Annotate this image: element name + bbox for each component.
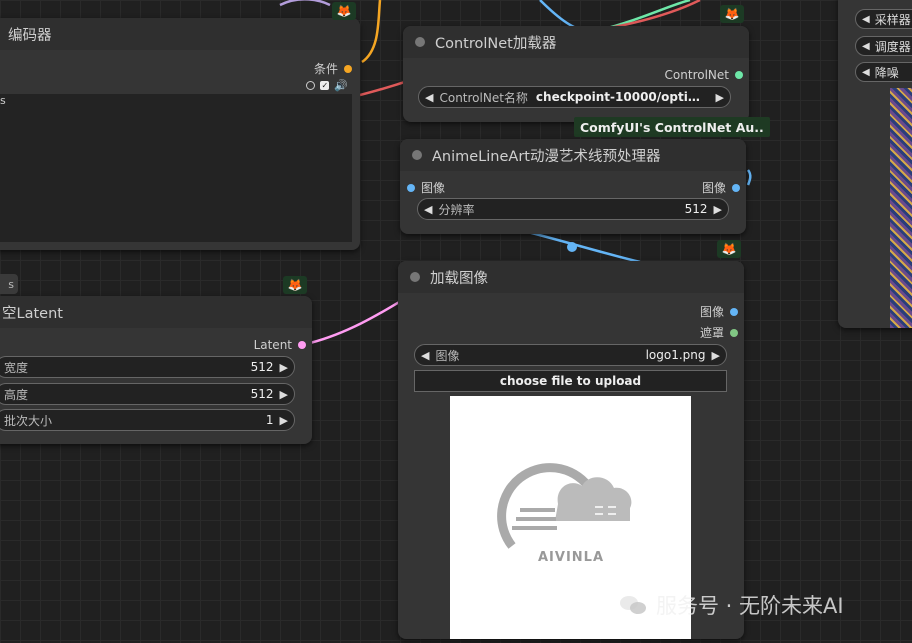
arrow-right-icon[interactable]: ▶ — [274, 388, 294, 401]
watermark: 服务号 · 无阶未来AI — [620, 590, 844, 620]
arrow-left-icon[interactable]: ◀ — [419, 91, 439, 104]
node-title: ControlNet加载器 — [435, 35, 557, 52]
output-socket-mask[interactable] — [730, 328, 738, 337]
input-socket-image[interactable] — [407, 183, 415, 192]
output-label-latent: Latent — [253, 338, 292, 352]
arrow-left-icon[interactable]: ◀ — [418, 203, 438, 216]
arrow-right-icon[interactable]: ▶ — [708, 203, 728, 216]
textarea-content: s — [0, 94, 6, 107]
ksampler-node[interactable]: ◀ 采样器 ◀ 调度器 ◀ 降噪 — [838, 0, 912, 328]
resolution-stepper[interactable]: ◀ 分辨率 512 ▶ — [417, 198, 729, 220]
arrow-right-icon[interactable]: ▶ — [274, 414, 294, 427]
node-collapse-dot[interactable] — [412, 150, 422, 160]
output-label-controlnet: ControlNet — [664, 68, 729, 82]
output-socket-image[interactable] — [732, 183, 740, 192]
output-socket-conditioning[interactable] — [344, 64, 352, 73]
output-socket-controlnet[interactable] — [735, 71, 743, 79]
scheduler-select[interactable]: ◀ 调度器 — [855, 36, 912, 56]
image-file-select[interactable]: ◀ 图像 logo1.png ▶ — [414, 344, 727, 366]
sampler-select[interactable]: ◀ 采样器 — [855, 9, 912, 29]
node-title: 空Latent — [2, 305, 63, 322]
speaker-icon[interactable]: 🔊 — [334, 79, 348, 92]
output-label-image: 图像 — [699, 305, 724, 319]
logo-text: AIVINLA — [538, 550, 605, 565]
arrow-left-icon[interactable]: ◀ — [862, 67, 870, 78]
wechat-icon — [620, 594, 648, 616]
load-image-node[interactable]: 加载图像 图像 遮罩 ◀ 图像 logo1.png ▶ choose file … — [398, 261, 744, 639]
prompt-textarea[interactable] — [0, 94, 352, 242]
arrow-left-icon[interactable]: ◀ — [862, 41, 870, 52]
fox-icon: 🦊 — [720, 5, 744, 23]
empty-latent-node[interactable]: 空Latent Latent 宽度 512 ▶ 高度 512 ▶ 批次大小 1 … — [0, 296, 312, 444]
arrow-right-icon[interactable]: ▶ — [274, 361, 294, 374]
checkbox-icon[interactable]: ✓ — [320, 81, 330, 90]
arrow-left-icon[interactable]: ◀ — [862, 14, 870, 25]
arrow-left-icon[interactable]: ◀ — [415, 349, 435, 362]
node-title: AnimeLineArt动漫艺术线预处理器 — [432, 148, 661, 165]
output-label-mask: 遮罩 — [699, 326, 724, 340]
node-title: 加载图像 — [430, 270, 488, 287]
arrow-right-icon[interactable]: ▶ — [706, 349, 726, 362]
text-encoder-node[interactable]: 编码器 条件 ✓ 🔊 s — [0, 18, 360, 250]
output-label-image: 图像 — [701, 181, 726, 195]
controlnet-name-select[interactable]: ◀ ControlNet名称 checkpoint-10000/optimi..… — [418, 86, 731, 108]
batch-size-stepper[interactable]: 批次大小 1 ▶ — [0, 409, 295, 431]
node-title: 编码器 — [8, 27, 52, 44]
controlnet-loader-node[interactable]: ControlNet加载器 ControlNet ◀ ControlNet名称 … — [403, 26, 749, 122]
height-stepper[interactable]: 高度 512 ▶ — [0, 383, 295, 405]
fox-icon: 🦊 — [717, 240, 741, 258]
node-tab[interactable]: s — [0, 274, 18, 294]
node-pack-tooltip: ComfyUI's ControlNet Au.. — [574, 117, 770, 137]
input-label-image: 图像 — [421, 181, 446, 195]
output-label-conditioning: 条件 — [313, 62, 338, 76]
width-stepper[interactable]: 宽度 512 ▶ — [0, 356, 295, 378]
node-collapse-dot[interactable] — [415, 37, 425, 47]
animelineart-node[interactable]: AnimeLineArt动漫艺术线预处理器 图像 图像 ◀ 分辨率 512 ▶ — [400, 139, 746, 234]
output-socket-latent[interactable] — [298, 341, 306, 349]
denoise-stepper[interactable]: ◀ 降噪 — [855, 62, 912, 82]
node-collapse-dot[interactable] — [410, 272, 420, 282]
latent-preview-image — [890, 88, 912, 328]
arrow-right-icon[interactable]: ▶ — [710, 91, 730, 104]
output-socket-image[interactable] — [730, 307, 738, 316]
fox-icon: 🦊 — [332, 2, 356, 20]
upload-button[interactable]: choose file to upload — [414, 370, 727, 392]
fox-icon: 🦊 — [283, 276, 307, 294]
radio-icon[interactable] — [306, 81, 316, 90]
